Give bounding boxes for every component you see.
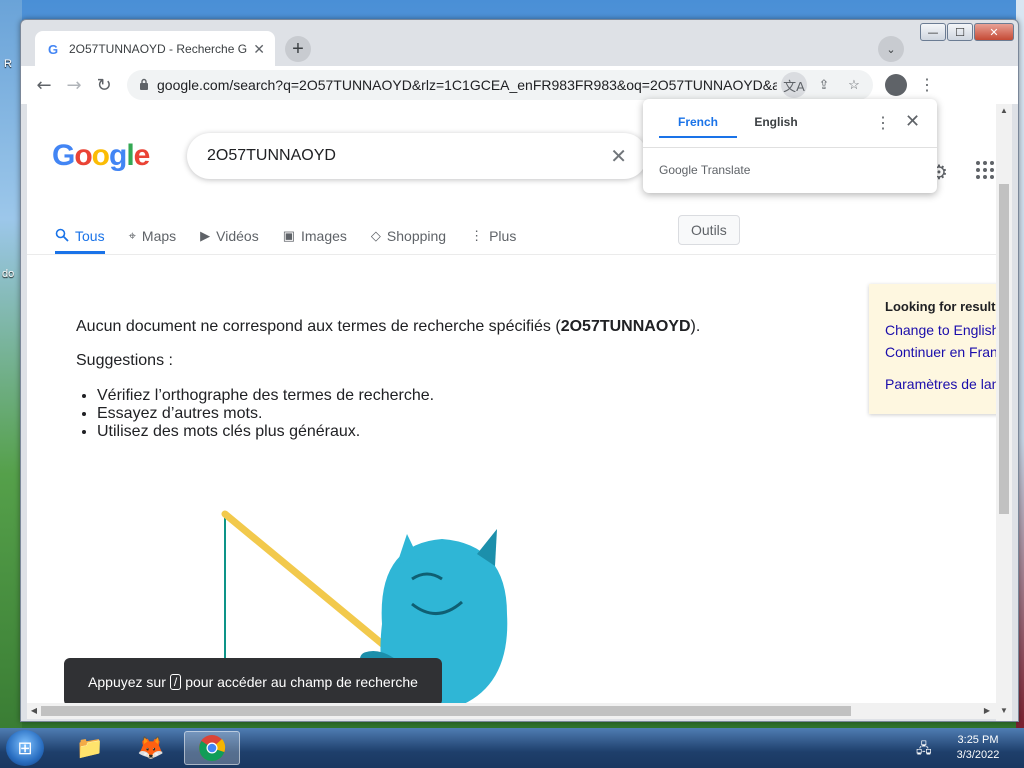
lang-card-heading: Looking for results in [885, 299, 996, 314]
scroll-left-icon[interactable]: ◀ [27, 703, 41, 719]
no-results-message: Aucun document ne correspond aux termes … [76, 318, 701, 335]
search-icon [55, 228, 69, 245]
tab-french[interactable]: French [659, 115, 737, 141]
translate-icon[interactable]: 文A [781, 72, 807, 98]
google-logo[interactable]: Google [52, 139, 150, 173]
profile-avatar-icon[interactable] [885, 74, 907, 96]
google-translate-brand: Google Translate [659, 163, 751, 177]
google-favicon-icon: G [47, 41, 59, 57]
desktop-icon-label: do [2, 268, 15, 280]
nav-tab-videos[interactable]: ▶ Vidéos [200, 222, 259, 250]
bookmark-star-icon[interactable]: ☆ [841, 72, 867, 98]
translate-close-icon[interactable]: ✕ [905, 111, 920, 132]
taskbar: ⊞ 📁 🦊 🖧 3:25 PM 3/3/2022 [0, 728, 1024, 768]
list-item: Vérifiez l’orthographe des termes de rec… [97, 387, 434, 405]
translate-popup: French English ⋮ ✕ Google Translate [643, 99, 937, 193]
horizontal-scrollbar[interactable]: ◀ ▶ [27, 703, 996, 719]
firefox-icon[interactable]: 🦊 [123, 731, 179, 765]
tag-icon: ◇ [370, 228, 381, 243]
new-tab-button[interactable]: + [285, 36, 311, 62]
address-bar[interactable]: google.com/search?q=2O57TUNNAOYD&rlz=1C1… [127, 70, 873, 100]
tab-title: 2O57TUNNAOYD - Recherche Go [69, 42, 248, 56]
tab-english[interactable]: English [737, 115, 815, 141]
nav-tab-shopping[interactable]: ◇ Shopping [371, 222, 446, 250]
list-item: Utilisez des mots clés plus généraux. [97, 423, 434, 441]
more-vertical-icon: ⋮ [470, 228, 484, 243]
translate-language-tabs: French English [659, 115, 815, 141]
slash-key-icon: / [169, 674, 182, 690]
suggestions-list: Vérifiez l’orthographe des termes de rec… [97, 387, 434, 441]
header-divider [27, 254, 996, 255]
page-content: Google 2O57TUNNAOYD ✕ ⚙ Tous ⌖ Maps ▶ Vi… [27, 104, 996, 707]
reload-icon[interactable]: ↻ [89, 70, 119, 100]
browser-tab[interactable]: G 2O57TUNNAOYD - Recherche Go ✕ [35, 31, 275, 67]
minimize-button[interactable]: — [920, 23, 946, 41]
vertical-scrollbar[interactable]: ▲ ▼ [996, 104, 1012, 721]
search-input[interactable]: 2O57TUNNAOYD ✕ [187, 133, 647, 179]
search-query-text[interactable]: 2O57TUNNAOYD [207, 147, 610, 165]
keyboard-shortcut-toast: Appuyez sur / pour accéder au champ de r… [64, 658, 442, 706]
list-item: Essayez d’autres mots. [97, 405, 434, 423]
system-clock[interactable]: 3:25 PM 3/3/2022 [938, 733, 1018, 763]
nav-tab-images[interactable]: ▣ Images [283, 222, 347, 250]
translate-divider [643, 147, 937, 148]
horizontal-scroll-thumb[interactable] [41, 706, 851, 716]
image-icon: ▣ [282, 228, 295, 243]
maximize-button[interactable]: ☐ [947, 23, 973, 41]
window-controls: — ☐ ✕ [920, 23, 1014, 41]
close-window-button[interactable]: ✕ [974, 23, 1014, 41]
back-icon[interactable]: ← [29, 70, 59, 100]
suggestions-heading: Suggestions : [76, 352, 173, 369]
browser-menu-icon[interactable]: ⋮ [919, 75, 935, 95]
desktop-background-left [0, 0, 22, 730]
google-apps-icon[interactable] [975, 160, 995, 186]
video-icon: ▶ [200, 228, 211, 243]
language-suggestion-card: Looking for results in Change to English… [869, 284, 996, 414]
start-button[interactable]: ⊞ [6, 730, 44, 766]
lock-icon[interactable] [139, 78, 149, 93]
chrome-icon[interactable] [184, 731, 240, 765]
scroll-up-icon[interactable]: ▲ [996, 106, 1012, 115]
share-icon[interactable]: ⇪ [811, 72, 837, 98]
nav-tab-tous[interactable]: Tous [55, 222, 105, 254]
tools-button[interactable]: Outils [678, 215, 740, 245]
tab-search-button[interactable]: ⌄ [878, 36, 904, 62]
scroll-down-icon[interactable]: ▼ [996, 706, 1012, 715]
nav-tab-maps[interactable]: ⌖ Maps [129, 222, 177, 250]
tab-close-icon[interactable]: ✕ [253, 41, 265, 58]
map-pin-icon: ⌖ [128, 228, 136, 243]
scroll-right-icon[interactable]: ▶ [980, 703, 994, 719]
continue-french-link[interactable]: Continuer en Français [885, 344, 996, 360]
browser-window: G 2O57TUNNAOYD - Recherche Go ✕ + ⌄ — ☐ … [20, 19, 1019, 722]
clear-search-icon[interactable]: ✕ [610, 144, 627, 169]
url-text[interactable]: google.com/search?q=2O57TUNNAOYD&rlz=1C1… [157, 77, 777, 93]
translate-options-icon[interactable]: ⋮ [875, 113, 891, 133]
desktop-icon-label: R [4, 58, 12, 70]
tab-strip: G 2O57TUNNAOYD - Recherche Go ✕ + ⌄ — ☐ … [21, 20, 1018, 67]
vertical-scroll-thumb[interactable] [999, 184, 1009, 514]
file-explorer-icon[interactable]: 📁 [62, 731, 118, 765]
network-tray-icon[interactable]: 🖧 [916, 738, 932, 762]
change-to-english-link[interactable]: Change to English [885, 322, 996, 338]
language-settings-link[interactable]: Paramètres de langue [885, 376, 996, 392]
nav-tab-plus[interactable]: ⋮ Plus [470, 222, 516, 250]
search-nav-tabs: Tous ⌖ Maps ▶ Vidéos ▣ Images ◇ Shopping… [55, 222, 540, 254]
forward-icon[interactable]: → [59, 70, 89, 100]
